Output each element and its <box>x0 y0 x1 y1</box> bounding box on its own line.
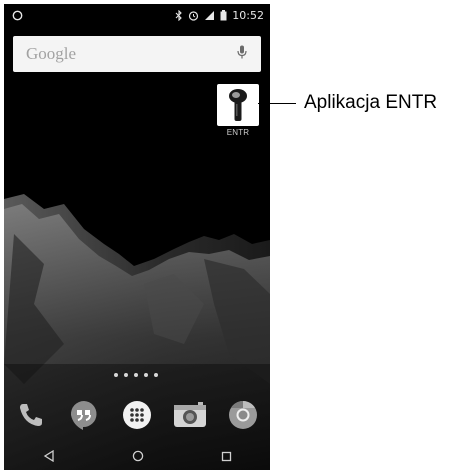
callout-label: Aplikacja ENTR <box>304 92 438 113</box>
page-dot <box>114 373 118 377</box>
page-dot <box>124 373 128 377</box>
search-widget-label: Google <box>26 44 77 63</box>
notification-icon <box>12 10 23 20</box>
camera-icon[interactable] <box>172 397 208 433</box>
google-search-widget[interactable]: Google <box>13 36 261 72</box>
dock <box>4 396 270 434</box>
home-icon[interactable] <box>132 449 144 467</box>
bluetooth-icon <box>175 9 183 21</box>
clock: 10:52 <box>232 8 264 22</box>
page-indicator <box>114 373 158 377</box>
signal-icon <box>205 10 215 20</box>
back-icon[interactable] <box>43 449 55 467</box>
page-dot <box>134 373 138 377</box>
chrome-icon[interactable] <box>225 397 261 433</box>
page-dot <box>144 373 148 377</box>
entr-key-icon <box>217 84 259 126</box>
status-bar: 10:52 <box>4 4 270 26</box>
mic-icon[interactable] <box>237 45 247 64</box>
phone-icon[interactable] <box>13 397 49 433</box>
callout-line <box>258 103 296 104</box>
page-dot <box>154 373 158 377</box>
hangouts-icon[interactable] <box>66 397 102 433</box>
recents-icon[interactable] <box>221 449 232 467</box>
app-drawer-icon[interactable] <box>119 397 155 433</box>
navigation-bar <box>4 445 270 470</box>
app-entr[interactable]: ENTR <box>214 84 262 137</box>
alarm-icon <box>189 10 199 21</box>
battery-icon <box>220 9 227 20</box>
app-label: ENTR <box>226 128 250 137</box>
phone-screen: 10:52 Google ENTR <box>4 4 270 470</box>
